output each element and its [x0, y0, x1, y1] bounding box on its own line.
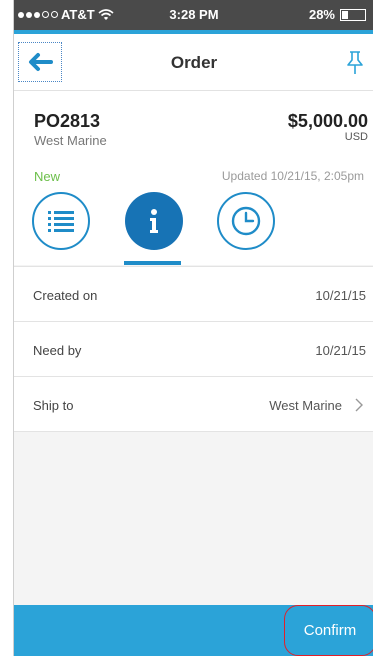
tab-info[interactable] [125, 192, 183, 250]
page-title: Order [170, 53, 218, 72]
order-details-list: Created on 10/21/15 Need by 10/21/15 Shi… [14, 266, 373, 432]
detail-row-ship-to[interactable]: Ship to West Marine [14, 377, 373, 432]
updated-timestamp: Updated 10/21/15, 2:05pm [221, 169, 364, 183]
list-icon [48, 211, 74, 232]
order-amount: $5,000.00 [287, 111, 368, 131]
pin-icon [347, 51, 363, 74]
order-header: PO2813 West Marine $5,000.00 USD New Upd… [14, 91, 373, 265]
phone-screen: AT&T 3:28 PM 28% Order PO2813 West Marin… [13, 0, 373, 656]
pin-button[interactable] [344, 50, 366, 76]
status-badge: New [34, 169, 61, 184]
row-value: 10/21/15 [315, 343, 366, 358]
bottom-action-bar: Confirm [14, 605, 373, 656]
row-value: West Marine [269, 398, 342, 413]
detail-row-created-on: Created on 10/21/15 [14, 267, 373, 322]
tab-history[interactable] [217, 192, 275, 250]
vendor-name: West Marine [34, 133, 107, 148]
tab-line-items[interactable] [32, 192, 90, 250]
info-icon [150, 209, 158, 233]
row-value: 10/21/15 [315, 288, 366, 303]
confirm-button[interactable]: Confirm [284, 605, 373, 656]
battery-percent: 28% [308, 7, 335, 22]
status-right: 28% [309, 7, 366, 22]
chevron-right-icon [355, 398, 363, 412]
active-tab-indicator [124, 261, 181, 265]
battery-fill [342, 10, 348, 19]
order-currency: USD [344, 131, 368, 143]
status-bar: AT&T 3:28 PM 28% [14, 0, 373, 34]
row-label: Created on [33, 288, 98, 303]
row-label: Need by [33, 343, 82, 358]
row-label: Ship to [33, 398, 74, 413]
po-number: PO2813 [34, 111, 101, 131]
clock-icon [231, 206, 261, 236]
battery-icon [340, 8, 366, 21]
nav-bar: Order [14, 34, 373, 91]
detail-row-need-by: Need by 10/21/15 [14, 322, 373, 377]
